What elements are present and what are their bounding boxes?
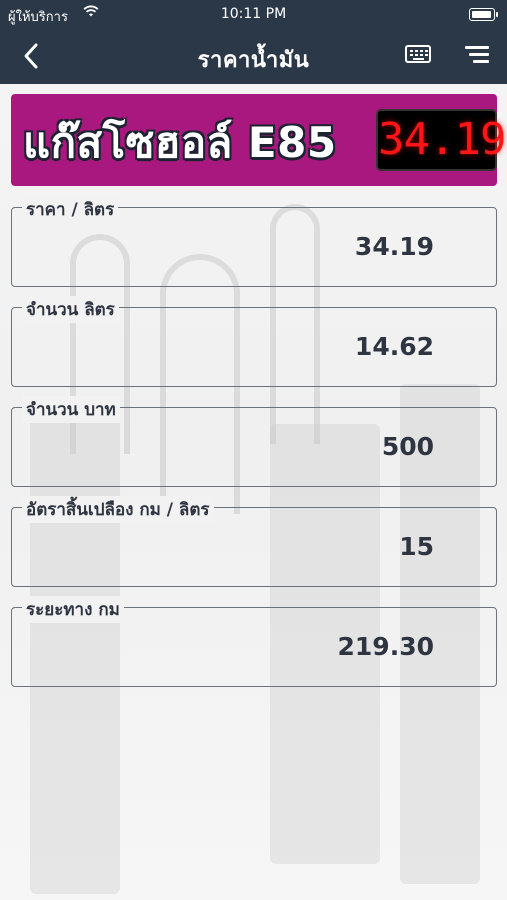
fuel-consumption-field[interactable]: อัตราสิ้นเปลือง กม / ลิตร 15 [11, 496, 497, 587]
battery-icon [469, 8, 498, 21]
fuel-name: แก๊สโซฮอล์ E85 [23, 118, 337, 167]
clock: 10:11 PM [220, 6, 287, 22]
liters-field[interactable]: จำนวน ลิตร 14.62 [11, 296, 497, 387]
field-value[interactable]: 500 [382, 432, 434, 461]
field-label: ระยะทาง กม [22, 596, 124, 623]
field-label: จำนวน บาท [22, 396, 120, 423]
menu-icon[interactable] [465, 46, 489, 64]
keyboard-icon[interactable] [405, 45, 431, 63]
field-value[interactable]: 219.30 [338, 632, 434, 661]
field-value[interactable]: 34.19 [355, 232, 434, 261]
field-label: อัตราสิ้นเปลือง กม / ลิตร [22, 496, 214, 523]
navigation-bar: ราคาน้ำมัน [0, 30, 507, 84]
field-value[interactable]: 14.62 [355, 332, 434, 361]
fuel-banner: แก๊สโซฮอล์ E85 34.19 [11, 94, 506, 186]
status-bar: ผู้ให้บริการ 10:11 PM [0, 0, 507, 30]
field-value[interactable]: 15 [399, 532, 434, 561]
baht-amount-field[interactable]: จำนวน บาท 500 [11, 396, 497, 487]
led-price-display: 34.19 [376, 109, 506, 171]
field-label: จำนวน ลิตร [22, 296, 119, 323]
field-label: ราคา / ลิตร [22, 196, 119, 223]
distance-field[interactable]: ระยะทาง กม 219.30 [11, 596, 497, 687]
price-per-liter-field[interactable]: ราคา / ลิตร 34.19 [11, 196, 497, 287]
